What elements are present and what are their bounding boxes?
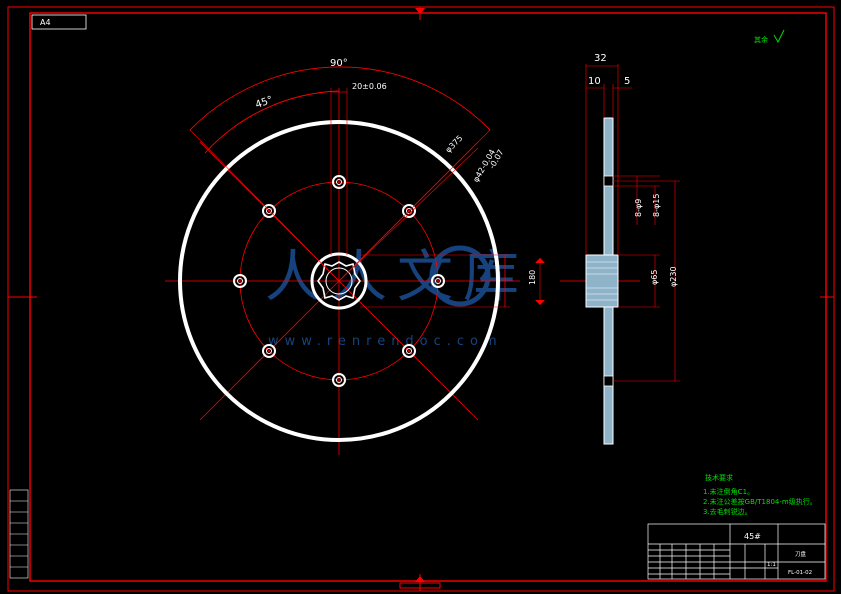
tech-title: 技术要求: [705, 473, 733, 482]
dim-hole-large: 8-φ15: [652, 194, 661, 217]
dim-pitch-diameter: φ230: [669, 266, 678, 287]
tech-item-2: 2.未注公差按GB/T1804-m级执行。: [703, 497, 817, 506]
dim-thickness-total: 32: [594, 53, 607, 64]
title-block: 45# 刀盘 FL-01-02 1:1: [647, 523, 826, 580]
dim-hub-diameter: φ65: [650, 270, 659, 285]
side-view: 32 10 5 8-φ9 8-φ15 φ65 φ230: [560, 53, 680, 445]
left-label-strip: [9, 489, 29, 579]
tech-item-1: 1.未注倒角C1。: [703, 487, 754, 496]
tech-item-3: 3.去毛刺锐边。: [703, 507, 752, 516]
tb-scale: 1:1: [767, 562, 776, 568]
tb-material: 45#: [744, 532, 761, 541]
dim-angle-total: 90°: [330, 58, 348, 69]
dim-hub-offset: 10: [588, 76, 601, 87]
tb-part-name: 刀盘: [795, 550, 807, 558]
dim-hole-small: 8-φ9: [634, 199, 643, 217]
dim-angle-half: 45°: [254, 95, 274, 111]
roughness-note: 其余: [754, 35, 768, 44]
sheet-size-label: A4: [40, 18, 51, 27]
tb-drawing-no: FL-01-02: [788, 570, 812, 576]
drawing-canvas: A4 人人文库 www.renrendoc.com 90° 45° 20±0.0…: [7, 6, 835, 592]
watermark-url: www.renrendoc.com: [268, 334, 503, 349]
dim-keyway-width: 20±0.06: [352, 82, 387, 91]
dim-hub: 180: [528, 270, 537, 285]
dim-outer-diameter: φ375: [444, 134, 465, 155]
tech-requirements: 技术要求 1.未注倒角C1。 2.未注公差按GB/T1804-m级执行。 3.去…: [703, 473, 817, 516]
side-hub: [585, 254, 619, 308]
dim-plate-thickness: 5: [624, 76, 630, 87]
